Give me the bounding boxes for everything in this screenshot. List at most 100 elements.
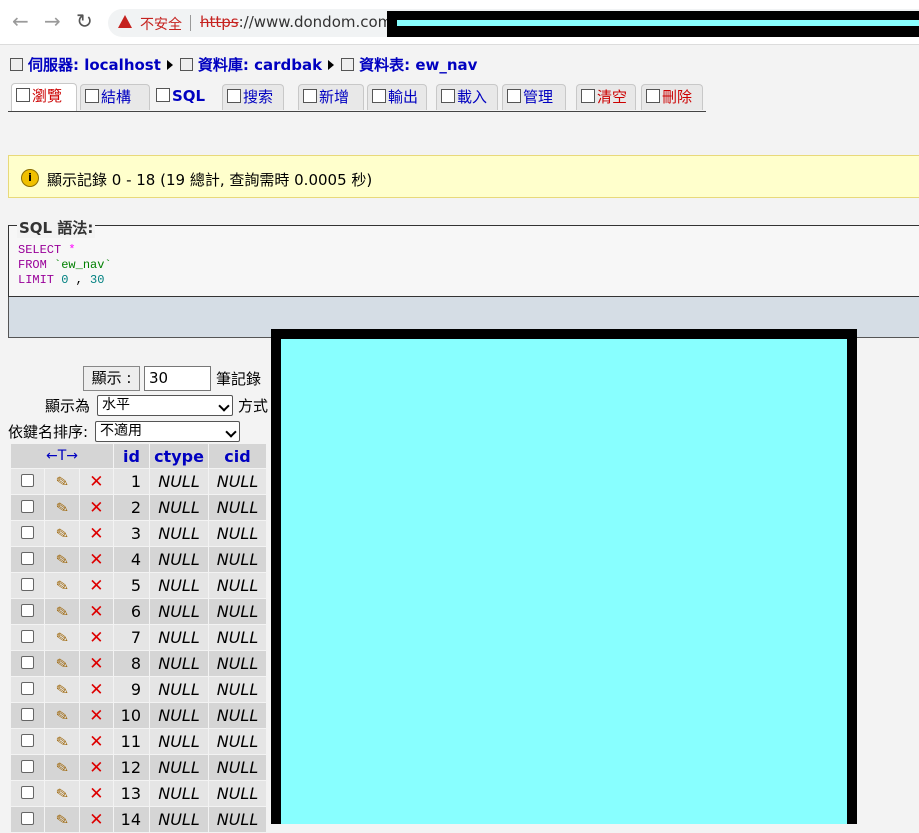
- row-checkbox[interactable]: [21, 500, 35, 513]
- row-checkbox[interactable]: [21, 786, 35, 799]
- tab-import[interactable]: 載入: [436, 84, 498, 110]
- url-text: https://www.dondom.com.tw: [200, 13, 416, 31]
- row-checkbox[interactable]: [21, 630, 35, 643]
- structure-icon: [85, 89, 99, 103]
- edit-pencil-icon[interactable]: ✎: [54, 732, 70, 752]
- breadcrumb-database[interactable]: 資料庫: cardbak: [198, 56, 322, 74]
- edit-pencil-icon[interactable]: ✎: [54, 784, 70, 804]
- tab-search[interactable]: 搜索: [222, 84, 284, 110]
- results-table: ←T→ id ctype cid ✎ ✕ 1 NULL NULL ✎ ✕ 2 NULL NULL ✎…: [10, 443, 267, 833]
- row-checkbox[interactable]: [21, 760, 35, 773]
- caret-right-icon: [328, 60, 335, 70]
- tab-empty[interactable]: 清空: [576, 84, 636, 110]
- cell-cid: NULL: [209, 755, 266, 780]
- edit-pencil-icon[interactable]: ✎: [54, 810, 70, 830]
- delete-x-icon[interactable]: ✕: [89, 550, 103, 570]
- row-checkbox[interactable]: [21, 682, 35, 695]
- reload-icon[interactable]: ↻: [76, 11, 93, 31]
- edit-pencil-icon[interactable]: ✎: [54, 680, 70, 700]
- breadcrumb: 伺服器: localhost 資料庫: cardbak 資料表: ew_nav: [10, 54, 477, 75]
- delete-x-icon[interactable]: ✕: [89, 602, 103, 622]
- column-header-id[interactable]: id: [114, 444, 149, 468]
- cell-cid: NULL: [209, 703, 266, 728]
- warning-icon: [118, 15, 132, 28]
- cell-ctype: NULL: [150, 469, 208, 494]
- edit-pencil-icon[interactable]: ✎: [54, 550, 70, 570]
- row-checkbox[interactable]: [21, 604, 35, 617]
- delete-x-icon[interactable]: ✕: [89, 706, 103, 726]
- sql-code: SELECT * FROM `ew_nav` LIMIT 0 , 30: [18, 243, 112, 287]
- cell-cid: NULL: [209, 677, 266, 702]
- import-icon: [441, 89, 455, 103]
- display-mode-select[interactable]: 水平: [97, 395, 233, 416]
- delete-x-icon[interactable]: ✕: [89, 498, 103, 518]
- cell-ctype: NULL: [150, 573, 208, 598]
- delete-x-icon[interactable]: ✕: [89, 524, 103, 544]
- delete-x-icon[interactable]: ✕: [89, 576, 103, 596]
- row-checkbox[interactable]: [21, 708, 35, 721]
- edit-pencil-icon[interactable]: ✎: [54, 628, 70, 648]
- cell-ctype: NULL: [150, 677, 208, 702]
- forward-arrow-icon[interactable]: →: [44, 11, 61, 31]
- tab-browse[interactable]: 瀏覽: [11, 83, 77, 111]
- column-header-ctype[interactable]: ctype: [150, 444, 208, 468]
- table-row: ✎ ✕ 10 NULL NULL: [11, 703, 266, 728]
- edit-pencil-icon[interactable]: ✎: [54, 576, 70, 596]
- cell-ctype: NULL: [150, 729, 208, 754]
- breadcrumb-server[interactable]: 伺服器: localhost: [28, 56, 161, 74]
- caret-right-icon: [166, 60, 173, 70]
- tab-insert[interactable]: 新增: [298, 84, 364, 110]
- display-as-label: 顯示為: [45, 397, 91, 415]
- edit-pencil-icon[interactable]: ✎: [54, 758, 70, 778]
- delete-x-icon[interactable]: ✕: [89, 810, 103, 830]
- delete-x-icon[interactable]: ✕: [89, 472, 103, 492]
- delete-x-icon[interactable]: ✕: [89, 680, 103, 700]
- delete-x-icon[interactable]: ✕: [89, 732, 103, 752]
- edit-pencil-icon[interactable]: ✎: [54, 654, 70, 674]
- edit-pencil-icon[interactable]: ✎: [54, 706, 70, 726]
- cell-ctype: NULL: [150, 625, 208, 650]
- cell-cid: NULL: [209, 651, 266, 676]
- cell-ctype: NULL: [150, 807, 208, 832]
- row-checkbox[interactable]: [21, 552, 35, 565]
- delete-x-icon[interactable]: ✕: [89, 784, 103, 804]
- delete-x-icon[interactable]: ✕: [89, 758, 103, 778]
- row-checkbox[interactable]: [21, 474, 35, 487]
- delete-x-icon[interactable]: ✕: [89, 654, 103, 674]
- tab-structure[interactable]: 結構: [80, 84, 150, 110]
- tab-operations[interactable]: 管理: [502, 84, 566, 110]
- tab-export[interactable]: 輸出: [367, 84, 427, 110]
- cell-id: 4: [114, 547, 149, 572]
- column-header-cid[interactable]: cid: [209, 444, 266, 468]
- edit-pencil-icon[interactable]: ✎: [54, 498, 70, 518]
- tab-sql[interactable]: SQL: [152, 84, 218, 110]
- sort-by-key-select[interactable]: 不適用: [95, 421, 240, 442]
- rows-count-input[interactable]: 30: [144, 366, 211, 391]
- table-row: ✎ ✕ 2 NULL NULL: [11, 495, 266, 520]
- table-icon: [341, 58, 355, 71]
- cell-cid: NULL: [209, 469, 266, 494]
- cell-ctype: NULL: [150, 521, 208, 546]
- cell-id: 7: [114, 625, 149, 650]
- show-button[interactable]: 顯示 :: [83, 366, 140, 391]
- back-arrow-icon[interactable]: ←: [12, 11, 29, 31]
- edit-pencil-icon[interactable]: ✎: [54, 524, 70, 544]
- edit-pencil-icon[interactable]: ✎: [54, 602, 70, 622]
- row-checkbox[interactable]: [21, 526, 35, 539]
- cell-cid: NULL: [209, 599, 266, 624]
- cell-id: 11: [114, 729, 149, 754]
- tab-drop[interactable]: 刪除: [641, 84, 703, 110]
- row-checkbox[interactable]: [21, 656, 35, 669]
- row-checkbox[interactable]: [21, 812, 35, 825]
- edit-pencil-icon[interactable]: ✎: [54, 472, 70, 492]
- delete-x-icon[interactable]: ✕: [89, 628, 103, 648]
- cell-ctype: NULL: [150, 495, 208, 520]
- breadcrumb-table[interactable]: 資料表: ew_nav: [359, 56, 477, 74]
- row-checkbox[interactable]: [21, 734, 35, 747]
- drop-icon: [646, 89, 660, 103]
- table-row: ✎ ✕ 14 NULL NULL: [11, 807, 266, 832]
- cell-id: 5: [114, 573, 149, 598]
- row-checkbox[interactable]: [21, 578, 35, 591]
- column-nav-arrows[interactable]: ←T→: [11, 444, 113, 468]
- cell-ctype: NULL: [150, 651, 208, 676]
